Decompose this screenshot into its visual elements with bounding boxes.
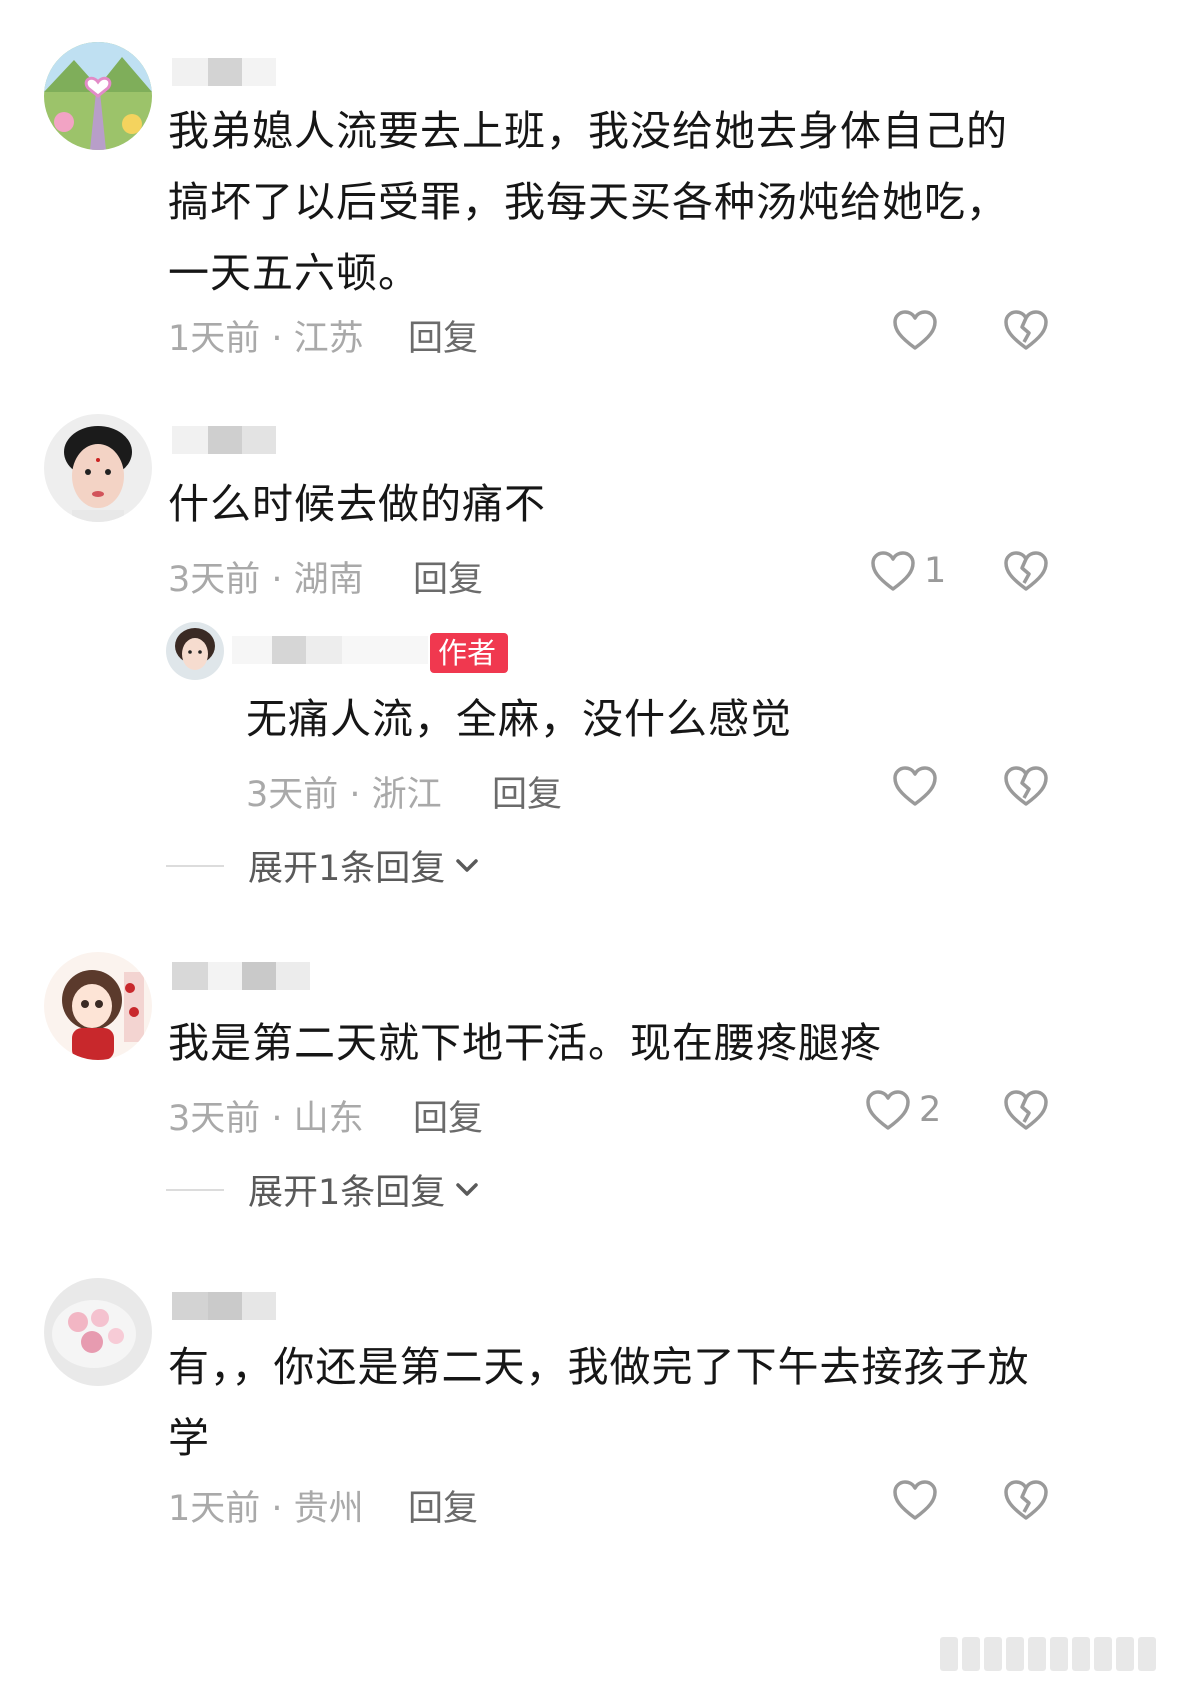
like-button[interactable] xyxy=(892,765,938,807)
expand-replies-button[interactable]: 展开1条回复 xyxy=(166,1164,481,1215)
chevron-down-icon xyxy=(456,1182,479,1196)
comment-text: 什么时候去做的痛不 xyxy=(168,480,546,528)
heart-outline-icon xyxy=(893,1480,937,1520)
comment-text: 我是第二天就下地干活。现在腰疼腿疼 xyxy=(168,1019,882,1067)
comment-meta: 3天前 · 湖南 xyxy=(168,560,364,600)
reply-button[interactable]: 回复 xyxy=(492,766,562,817)
reply-button[interactable]: 回复 xyxy=(408,310,478,361)
avatar[interactable] xyxy=(44,1278,152,1386)
reply-button[interactable]: 回复 xyxy=(413,551,483,602)
dislike-button[interactable] xyxy=(1003,550,1049,596)
dislike-button[interactable] xyxy=(1003,1089,1049,1135)
comment-text: 有，，你还是第二天，我做完了下午去接孩子放学 xyxy=(168,1343,1030,1462)
broken-heart-icon xyxy=(1004,310,1048,350)
reply-meta: 3天前 · 浙江 xyxy=(246,775,442,815)
expand-label: 展开1条回复 xyxy=(248,1173,446,1213)
comment-meta: 3天前 · 山东 xyxy=(168,1099,364,1139)
reply-text: 无痛人流，全麻，没什么感觉 xyxy=(246,695,792,743)
broken-heart-icon xyxy=(1004,551,1048,591)
like-button[interactable]: 2 xyxy=(865,1089,941,1131)
reply-username-blurred[interactable] xyxy=(232,634,428,666)
heart-outline-icon xyxy=(893,766,937,806)
reply-button[interactable]: 回复 xyxy=(408,1480,478,1531)
dislike-button[interactable] xyxy=(1003,309,1049,355)
avatar[interactable] xyxy=(44,42,152,150)
username-blurred[interactable] xyxy=(172,424,276,456)
comment-meta: 1天前 · 江苏 xyxy=(168,319,364,359)
like-count: 2 xyxy=(919,1090,942,1130)
chevron-down-icon xyxy=(456,858,479,872)
expand-label: 展开1条回复 xyxy=(248,849,446,889)
dislike-button[interactable] xyxy=(1003,1479,1049,1525)
heart-outline-icon xyxy=(893,310,937,350)
watermark xyxy=(940,1637,1156,1671)
broken-heart-icon xyxy=(1004,766,1048,806)
divider-line xyxy=(166,864,224,867)
author-badge: 作者 xyxy=(430,633,509,673)
username-blurred[interactable] xyxy=(172,960,310,992)
expand-replies-button[interactable]: 展开1条回复 xyxy=(166,840,481,891)
avatar[interactable] xyxy=(44,952,152,1060)
like-count: 1 xyxy=(924,551,947,591)
broken-heart-icon xyxy=(1004,1090,1048,1130)
avatar[interactable] xyxy=(44,414,152,522)
reply-avatar[interactable] xyxy=(166,622,224,680)
dislike-button[interactable] xyxy=(1003,765,1049,811)
heart-outline-icon xyxy=(866,1090,910,1130)
heart-outline-icon xyxy=(871,551,915,591)
comment-meta: 1天前 · 贵州 xyxy=(168,1489,364,1529)
comment-text: 我弟媳人流要去上班，我没给她去身体自己的搞坏了以后受罪，我每天买各种汤炖给她吃，… xyxy=(168,107,1008,297)
divider-line xyxy=(166,1188,224,1191)
broken-heart-icon xyxy=(1004,1480,1048,1520)
username-blurred[interactable] xyxy=(172,56,276,88)
reply-button[interactable]: 回复 xyxy=(413,1090,483,1141)
like-button[interactable] xyxy=(892,309,938,351)
like-button[interactable] xyxy=(892,1479,938,1521)
username-blurred[interactable] xyxy=(172,1290,276,1322)
like-button[interactable]: 1 xyxy=(870,550,946,592)
